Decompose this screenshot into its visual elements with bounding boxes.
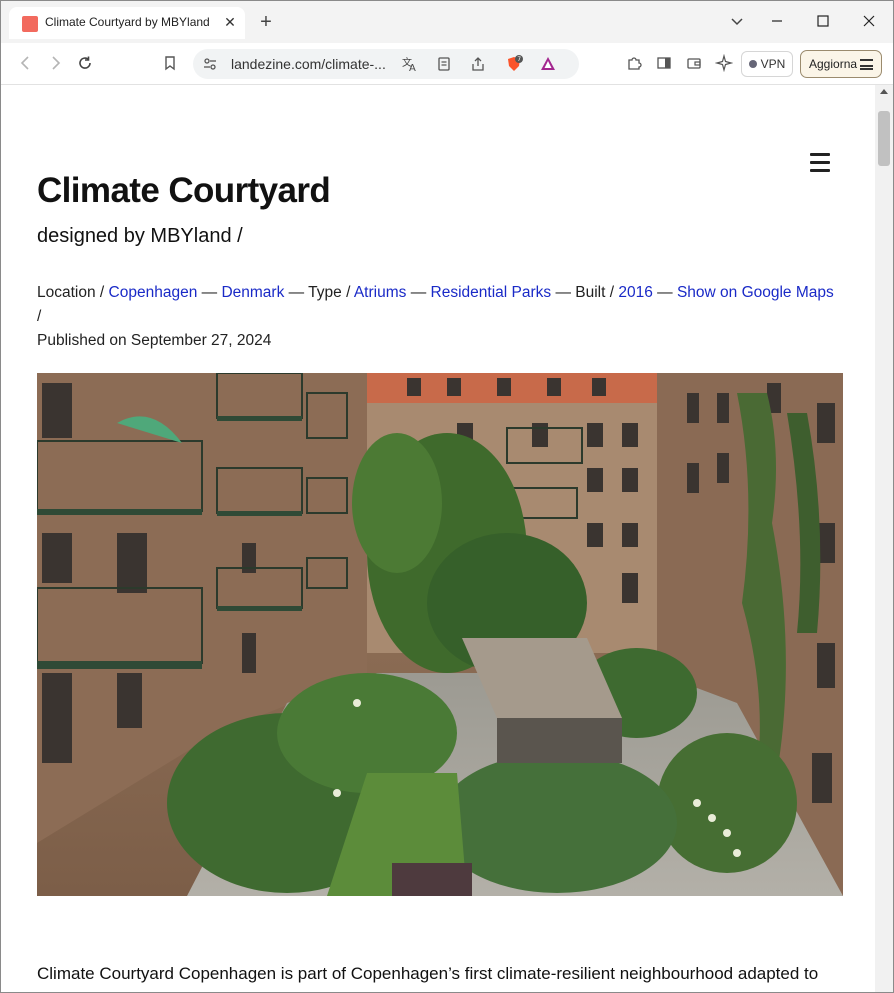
update-label: Aggiorna <box>809 57 858 71</box>
menu-icon <box>860 59 873 70</box>
browser-toolbar: landezine.com/climate-... 文A 7 VPN Aggio… <box>1 43 893 85</box>
close-window-icon[interactable] <box>857 11 881 35</box>
type-link-residential-parks[interactable]: Residential Parks <box>431 284 552 301</box>
country-link[interactable]: Denmark <box>221 284 284 301</box>
page-content: Climate Courtyard designed by MBYland / … <box>2 85 877 992</box>
forward-icon[interactable] <box>44 52 66 74</box>
built-label: — Built / <box>555 284 615 301</box>
google-maps-link[interactable]: Show on Google Maps <box>677 284 834 301</box>
leo-ai-icon[interactable] <box>713 52 735 74</box>
page-title: Climate Courtyard <box>37 171 331 210</box>
bookmark-icon[interactable] <box>159 52 181 74</box>
tab-title: Climate Courtyard by MBYland <box>45 15 210 29</box>
type-label: — Type / <box>288 284 351 301</box>
back-icon[interactable] <box>15 52 37 74</box>
vpn-label: VPN <box>760 57 786 71</box>
tab-strip: Climate Courtyard by MBYland ✕ + <box>1 1 893 43</box>
published-date: Published on September 27, 2024 <box>37 332 272 349</box>
reader-mode-icon[interactable] <box>433 53 455 75</box>
url-text[interactable]: landezine.com/climate-... <box>231 56 386 72</box>
hero-photo <box>37 373 843 896</box>
year-link[interactable]: 2016 <box>618 284 652 301</box>
maximize-icon[interactable] <box>811 11 835 35</box>
location-label: Location / <box>37 284 105 301</box>
designer-subtitle: designed by MBYland / <box>37 225 243 247</box>
brave-shields-icon[interactable]: 7 <box>503 53 525 75</box>
project-meta: Location / Copenhagen — Denmark — Type /… <box>37 281 837 353</box>
site-menu-icon[interactable] <box>810 153 832 177</box>
meta-separator: — <box>657 284 673 301</box>
page-scrollbar[interactable] <box>875 85 893 992</box>
meta-slash: / <box>37 308 42 325</box>
meta-separator: — <box>410 284 427 301</box>
meta-separator: — <box>201 284 218 301</box>
address-bar[interactable]: landezine.com/climate-... 文A 7 <box>193 49 579 79</box>
svg-text:A: A <box>409 63 416 73</box>
type-link-atriums[interactable]: Atriums <box>354 284 407 301</box>
scroll-up-arrow-icon[interactable] <box>880 89 888 94</box>
site-settings-icon[interactable] <box>199 53 221 75</box>
scrollbar-thumb[interactable] <box>878 111 890 166</box>
sidebar-icon[interactable] <box>653 52 675 74</box>
extensions-icon[interactable] <box>623 52 645 74</box>
reload-icon[interactable] <box>74 52 96 74</box>
svg-text:7: 7 <box>517 56 521 63</box>
translate-icon[interactable]: 文A <box>399 53 421 75</box>
tab-close-icon[interactable]: ✕ <box>221 13 239 31</box>
tab-search-dropdown-icon[interactable] <box>725 11 749 35</box>
site-favicon-icon <box>22 16 38 32</box>
new-tab-button[interactable]: + <box>255 12 277 34</box>
brave-rewards-icon[interactable] <box>537 53 559 75</box>
city-link[interactable]: Copenhagen <box>109 284 198 301</box>
wallet-icon[interactable] <box>683 52 705 74</box>
minimize-icon[interactable] <box>765 11 789 35</box>
update-menu-button[interactable]: Aggiorna <box>800 50 882 78</box>
vpn-button[interactable]: VPN <box>741 51 793 77</box>
browser-window: Climate Courtyard by MBYland ✕ + landezi… <box>0 0 894 993</box>
share-icon[interactable] <box>467 53 489 75</box>
article-body-first-line: Climate Courtyard Copenhagen is part of … <box>37 964 819 983</box>
tab-active[interactable]: Climate Courtyard by MBYland ✕ <box>9 7 245 39</box>
vpn-status-icon <box>748 60 757 68</box>
